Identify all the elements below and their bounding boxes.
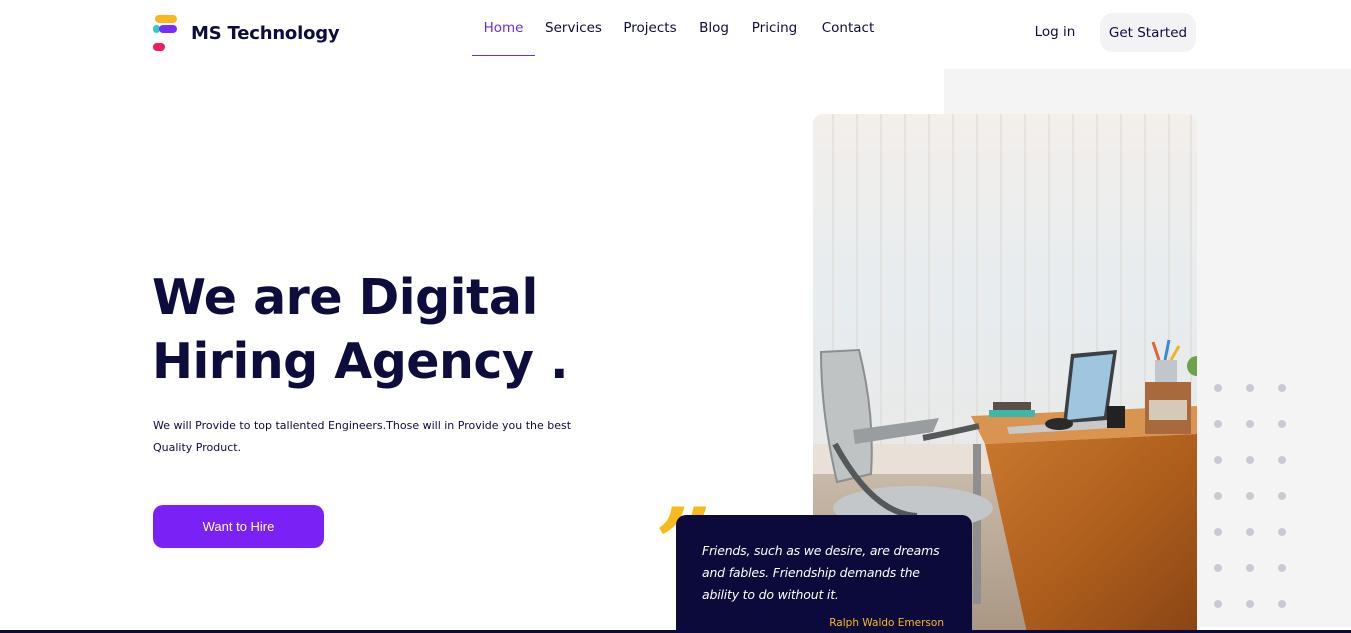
get-started-button[interactable]: Get Started xyxy=(1100,13,1196,52)
main-nav: Home Services Projects Blog Pricing Cont… xyxy=(472,0,887,56)
hero-title-line-1: We are Digital xyxy=(152,269,538,326)
login-link[interactable]: Log in xyxy=(1028,14,1082,50)
nav-blog[interactable]: Blog xyxy=(688,0,740,56)
brand-logo[interactable]: MS Technology xyxy=(153,15,340,51)
hero-title-line-2: Hiring Agency . xyxy=(152,333,569,390)
want-to-hire-button[interactable]: Want to Hire xyxy=(153,505,324,548)
nav-contact[interactable]: Contact xyxy=(809,0,887,56)
nav-services[interactable]: Services xyxy=(535,0,612,56)
quote-text: Friends, such as we desire, are dreams a… xyxy=(702,543,940,602)
logo-icon xyxy=(153,15,179,51)
hero-title: We are Digital Hiring Agency . xyxy=(152,266,612,394)
site-header: MS Technology Home Services Projects Blo… xyxy=(0,0,1351,66)
hero-description: We will Provide to top tallented Enginee… xyxy=(153,419,572,454)
nav-pricing[interactable]: Pricing xyxy=(740,0,809,56)
nav-projects[interactable]: Projects xyxy=(612,0,688,56)
testimonial-card: Friends, such as we desire, are dreams a… xyxy=(676,515,972,633)
quote-author: Ralph Waldo Emerson xyxy=(829,617,944,629)
decorative-dot-grid xyxy=(1214,384,1294,612)
nav-home[interactable]: Home xyxy=(472,0,535,56)
brand-name: MS Technology xyxy=(191,22,340,44)
